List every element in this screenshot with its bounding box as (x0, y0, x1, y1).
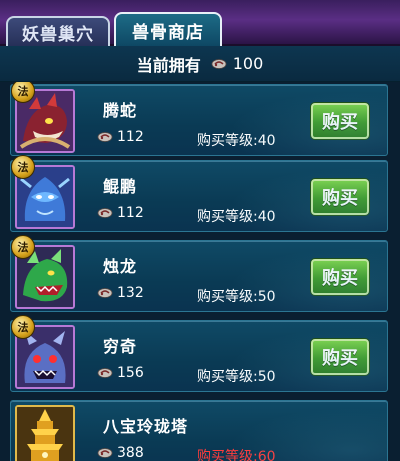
item-name: 鲲鹏 (103, 177, 138, 196)
price-value: 132 (117, 285, 144, 301)
bone-icon (97, 131, 113, 143)
item-price: 388 (97, 445, 144, 461)
tab-monster-lair[interactable]: 妖兽巢穴 (6, 16, 110, 46)
class-badge: 法 (11, 315, 35, 339)
required-level: 购买等级:50 (197, 369, 276, 385)
item-price: 132 (97, 285, 144, 301)
price-value: 112 (117, 205, 144, 221)
price-value: 112 (117, 129, 144, 145)
item-name: 八宝玲珑塔 (103, 417, 189, 436)
item-name: 烛龙 (103, 257, 138, 276)
buy-button[interactable]: 购买 (311, 103, 369, 139)
buy-button[interactable]: 购买 (311, 259, 369, 295)
owned-label: 当前拥有 (136, 55, 201, 75)
bone-icon (97, 287, 113, 299)
required-level: 购买等级:40 (197, 133, 276, 149)
bone-icon (97, 207, 113, 219)
item-price: 112 (97, 129, 144, 145)
required-level: 购买等级:40 (197, 209, 276, 225)
owned-currency-bar: 当前拥有 100 (0, 46, 400, 82)
item-price: 156 (97, 365, 144, 381)
list-item: 法 鲲鹏 112 购买等级:40 购买 (10, 155, 388, 232)
buy-button[interactable]: 购买 (311, 179, 369, 215)
bone-icon (211, 58, 227, 70)
price-value: 388 (117, 445, 144, 461)
item-name: 穷奇 (103, 337, 138, 356)
required-level: 购买等级:60 (197, 449, 276, 461)
item-price: 112 (97, 205, 144, 221)
price-value: 156 (117, 365, 144, 381)
required-level: 购买等级:50 (197, 289, 276, 305)
portrait-babao-pagoda (15, 405, 75, 461)
list-item: 法 腾蛇 112 购买等级:40 购买 (10, 82, 388, 156)
tab-bone-shop[interactable]: 兽骨商店 (114, 12, 222, 46)
top-bar: 妖兽巢穴 兽骨商店 (0, 0, 400, 46)
list-item: 八宝玲珑塔 388 购买等级:60 (10, 400, 388, 461)
bone-icon (97, 447, 113, 459)
owned-value: 100 (232, 54, 264, 73)
bone-icon (97, 367, 113, 379)
list-item: 法 烛龙 132 购买等级:50 购买 (10, 235, 388, 312)
list-item: 法 穷奇 156 购买等级:50 购买 (10, 315, 388, 392)
pagoda-portrait-icon (17, 407, 73, 461)
class-badge: 法 (11, 155, 35, 179)
item-name: 腾蛇 (103, 101, 138, 120)
buy-button[interactable]: 购买 (311, 339, 369, 375)
class-badge: 法 (11, 235, 35, 259)
shop-list[interactable]: 法 腾蛇 112 购买等级:40 购买 法 鲲鹏 112 购买等级:40 购买 … (0, 82, 400, 461)
